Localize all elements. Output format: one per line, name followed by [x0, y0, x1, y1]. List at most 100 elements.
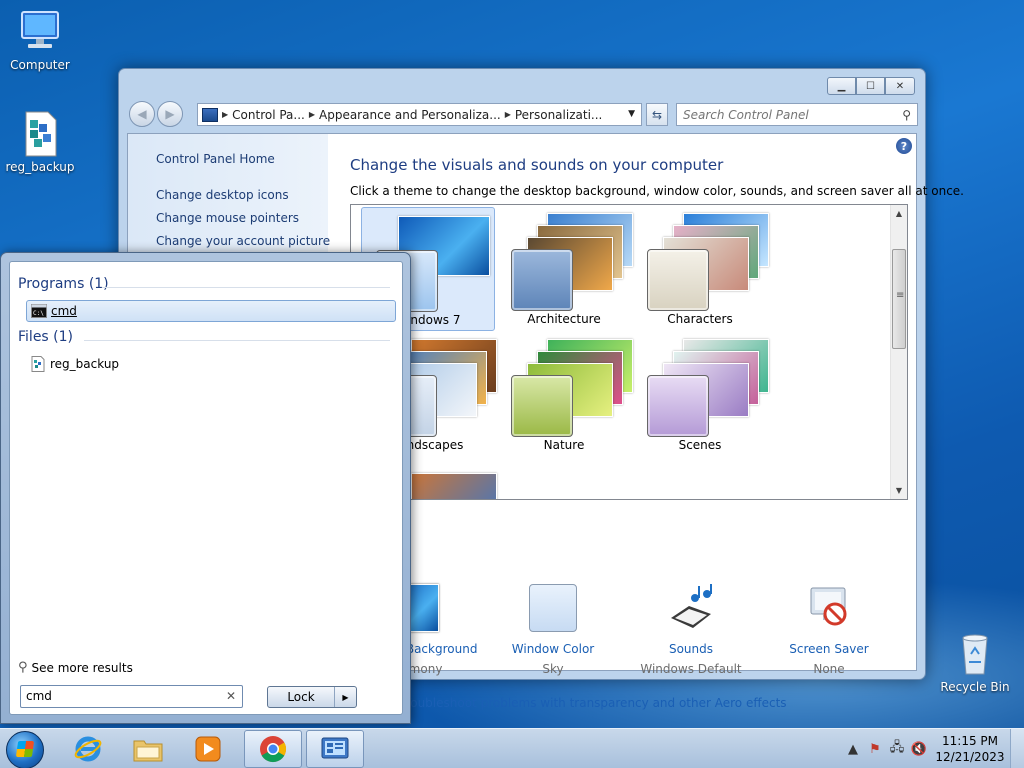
- window-color-item[interactable]: Window Color Sky: [488, 584, 618, 676]
- window-controls: ▁ ☐ ✕: [827, 77, 915, 95]
- result-cmd[interactable]: C:\ cmd: [26, 300, 396, 322]
- desktop-icon-recycle-bin[interactable]: Recycle Bin: [935, 630, 1015, 694]
- screen-saver-value: None: [813, 662, 845, 676]
- registry-file-icon: [30, 356, 46, 372]
- window-color-link[interactable]: Window Color: [488, 642, 618, 656]
- internet-explorer-icon: [74, 736, 102, 762]
- clock[interactable]: 11:15 PM 12/21/2023: [930, 733, 1010, 765]
- search-icon[interactable]: ⚲: [902, 108, 911, 122]
- window-color-icon: [529, 584, 577, 632]
- volume-muted-icon[interactable]: 🔇: [908, 742, 930, 757]
- files-heading[interactable]: Files (1): [18, 329, 73, 345]
- screen-saver-link[interactable]: Screen Saver: [764, 642, 894, 656]
- show-desktop-button[interactable]: [1010, 729, 1024, 768]
- folder-icon: [133, 740, 163, 762]
- link-change-mouse-pointers[interactable]: Change mouse pointers: [156, 211, 299, 225]
- divider: [102, 287, 390, 288]
- action-center-flag-icon[interactable]: ⚑: [864, 742, 886, 757]
- navigation-bar: ◀ ▶ ▶ Control Pa... ▶ Appearance and Per…: [127, 101, 918, 129]
- theme-thumbnail: [647, 213, 769, 311]
- page-subtitle: Click a theme to change the desktop back…: [350, 184, 964, 198]
- theme-nature[interactable]: Nature: [497, 333, 633, 457]
- address-bar[interactable]: ▶ Control Pa... ▶ Appearance and Persona…: [197, 103, 642, 126]
- search-icon: ⚲: [18, 660, 28, 675]
- window-titlebar[interactable]: ▁ ☐ ✕: [119, 69, 925, 97]
- forward-button[interactable]: ▶: [157, 101, 183, 127]
- result-reg-backup[interactable]: reg_backup: [26, 353, 396, 375]
- media-player-icon: [195, 736, 221, 762]
- taskbar-ie[interactable]: [60, 730, 116, 768]
- theme-list-scrollbar[interactable]: ▲ ▼: [890, 205, 907, 499]
- taskbar-explorer[interactable]: [120, 730, 176, 768]
- taskbar-media-player[interactable]: [180, 730, 236, 768]
- theme-list: Windows 7 Architecture Characters Landsc…: [350, 204, 908, 500]
- taskbar: ▲ ⚑ 🖧 🔇 11:15 PM 12/21/2023: [0, 728, 1024, 768]
- desktop-icon-label: Computer: [10, 58, 70, 72]
- address-dropdown-icon[interactable]: ▼: [628, 109, 635, 119]
- breadcrumb-personalization[interactable]: Personalizati...: [511, 108, 606, 122]
- desktop-icon-label: reg_backup: [5, 160, 75, 174]
- scroll-down-icon[interactable]: ▼: [891, 482, 907, 499]
- back-button[interactable]: ◀: [129, 101, 155, 127]
- link-control-panel-home[interactable]: Control Panel Home: [156, 152, 275, 166]
- power-options-arrow-icon[interactable]: ▶: [334, 687, 356, 707]
- start-button[interactable]: [6, 731, 44, 768]
- maximize-button[interactable]: ☐: [856, 77, 885, 95]
- page-title: Change the visuals and sounds on your co…: [350, 156, 724, 174]
- theme-architecture[interactable]: Architecture: [497, 207, 633, 331]
- lock-button[interactable]: Lock ▶: [267, 686, 357, 708]
- theme-characters[interactable]: Characters: [633, 207, 769, 331]
- programs-heading[interactable]: Programs (1): [18, 276, 109, 292]
- link-change-account-picture[interactable]: Change your account picture: [156, 234, 330, 248]
- sounds-link[interactable]: Sounds: [626, 642, 756, 656]
- desktop-icon-label: Recycle Bin: [940, 680, 1010, 694]
- chrome-icon: [260, 736, 287, 763]
- result-label: reg_backup: [50, 357, 120, 371]
- theme-label: Characters: [667, 312, 733, 326]
- theme-label: Scenes: [678, 438, 722, 452]
- search-results-pane: Programs (1) C:\ cmd Files (1) reg_backu…: [9, 261, 403, 715]
- control-panel-icon: [321, 737, 349, 759]
- theme-settings-bar: Desktop Background Harmony Window Color …: [350, 584, 896, 684]
- breadcrumb-control-panel[interactable]: Control Pa...: [228, 108, 309, 122]
- network-icon[interactable]: 🖧: [886, 738, 908, 760]
- clock-date: 12/21/2023: [935, 750, 1005, 764]
- theme-scenes[interactable]: Scenes: [633, 333, 769, 457]
- scroll-up-icon[interactable]: ▲: [891, 205, 907, 222]
- help-icon[interactable]: ?: [896, 138, 912, 154]
- sounds-icon: [667, 584, 715, 632]
- screen-saver-item[interactable]: Screen Saver None: [764, 584, 894, 676]
- taskbar-chrome[interactable]: [244, 730, 302, 768]
- theme-label: Nature: [543, 438, 585, 452]
- start-search-input[interactable]: [26, 686, 216, 706]
- sounds-item[interactable]: Sounds Windows Default: [626, 584, 756, 676]
- see-more-results[interactable]: ⚲ See more results: [18, 660, 133, 675]
- search-input[interactable]: [683, 107, 893, 122]
- search-box[interactable]: ⚲: [676, 103, 918, 126]
- minimize-button[interactable]: ▁: [827, 77, 856, 95]
- refresh-icon: ⇆: [651, 107, 663, 122]
- breadcrumb-appearance[interactable]: Appearance and Personaliza...: [315, 108, 505, 122]
- desktop-icon-reg-backup[interactable]: reg_backup: [0, 110, 80, 174]
- refresh-button[interactable]: ⇆: [646, 103, 668, 126]
- maximize-icon: ☐: [866, 80, 875, 92]
- taskbar-control-panel[interactable]: [306, 730, 364, 768]
- lock-label[interactable]: Lock: [268, 690, 334, 704]
- start-search-box[interactable]: ✕: [20, 685, 243, 708]
- scrollbar-thumb[interactable]: [892, 249, 906, 349]
- link-change-desktop-icons[interactable]: Change desktop icons: [156, 188, 289, 202]
- sounds-value: Windows Default: [640, 662, 742, 676]
- show-hidden-icons-icon[interactable]: ▲: [842, 742, 864, 757]
- close-button[interactable]: ✕: [885, 77, 915, 95]
- notification-area: ▲ ⚑ 🖧 🔇 11:15 PM 12/21/2023: [842, 729, 1024, 768]
- start-menu: Programs (1) C:\ cmd Files (1) reg_backu…: [0, 252, 411, 724]
- registry-file-icon: [16, 110, 64, 158]
- aero-troubleshoot-link[interactable]: Troubleshoot problems with transparency …: [400, 696, 787, 710]
- clear-search-icon[interactable]: ✕: [226, 689, 236, 703]
- see-more-label: See more results: [31, 660, 133, 675]
- recycle-bin-icon: [951, 630, 999, 678]
- theme-thumbnail: [511, 213, 633, 311]
- window-color-value: Sky: [542, 662, 564, 676]
- desktop-icon-computer[interactable]: Computer: [0, 8, 80, 72]
- divider: [84, 340, 390, 341]
